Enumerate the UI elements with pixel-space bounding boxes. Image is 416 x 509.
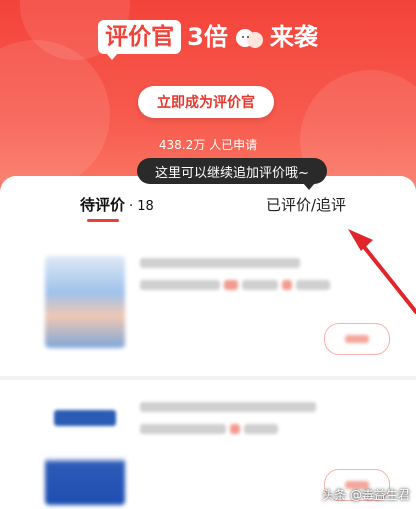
watermark: 头条 @毒益生君 xyxy=(322,488,410,502)
annotation-arrow-icon xyxy=(348,229,416,314)
